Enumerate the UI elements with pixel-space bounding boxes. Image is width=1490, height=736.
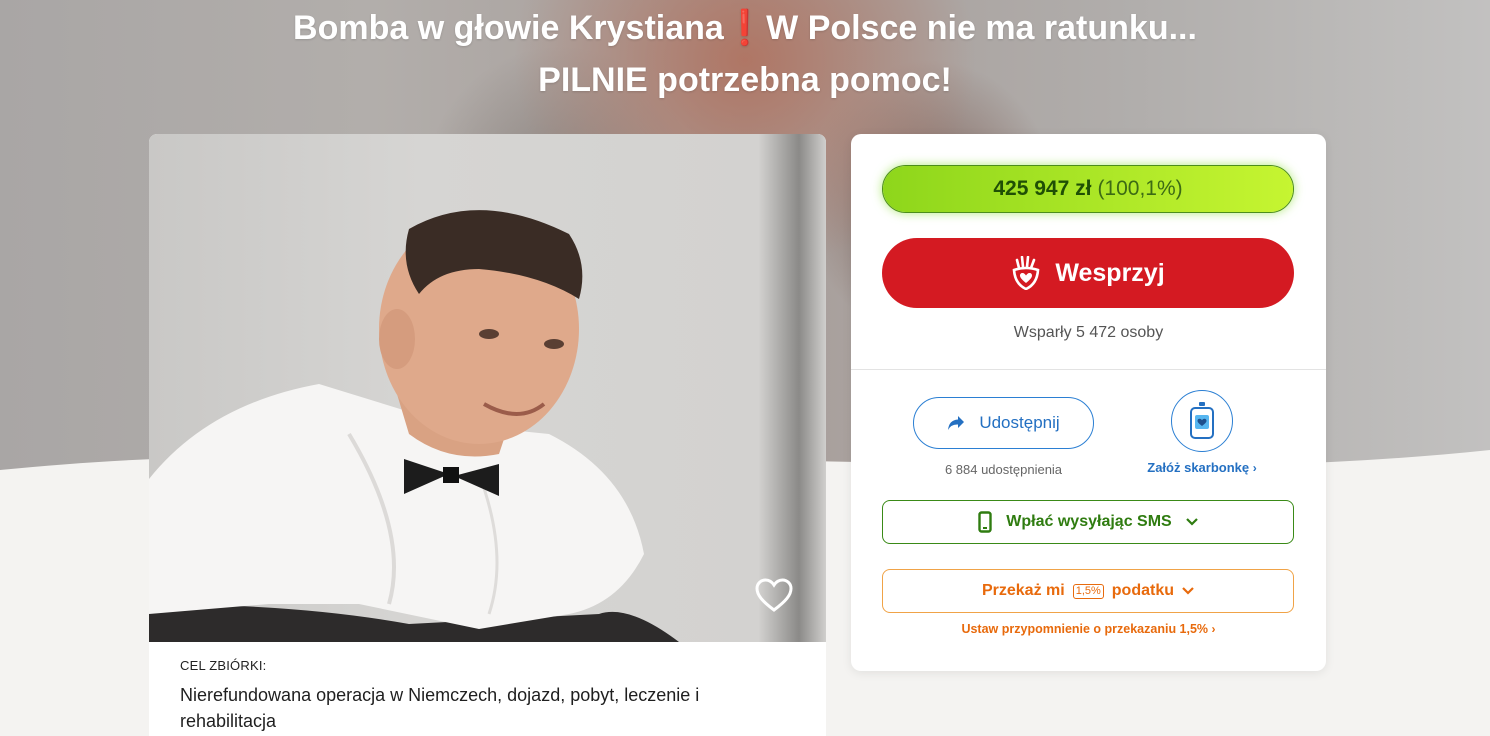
mobile-phone-icon [978,511,992,533]
share-button[interactable]: Udostępnij [913,397,1094,449]
divider [851,369,1326,370]
favorite-heart-icon[interactable] [754,576,794,616]
supporters-count: Wsparły 5 472 osoby [1013,324,1164,341]
campaign-photo-card: CEL ZBIÓRKI: Nierefundowana operacja w N… [149,134,826,736]
chevron-down-icon [1185,518,1198,526]
share-button-label: Udostępnij [979,413,1060,432]
person-illustration [149,210,679,642]
raised-percent: (100,1%) [1097,177,1183,200]
support-button[interactable]: Wesprzyj [882,238,1294,308]
create-piggy-bank-label: Załóż skarbonkę [1147,460,1250,475]
create-piggy-bank-link[interactable]: Załóż skarbonkę › [1132,460,1272,475]
exclamation-icon: ❗ [723,9,767,47]
campaign-photo [149,134,826,642]
progress-label: 425 947 zł (100,1%) [883,166,1293,212]
donation-panel: 425 947 zł (100,1%) Wesprzyj Wsparły 5 4… [851,134,1326,671]
goal-label: CEL ZBIÓRKI: [180,658,267,673]
tax-percent-badge: 1,5% [1072,583,1104,599]
title-part-1: Bomba w głowie Krystiana [293,9,724,47]
chevron-down-icon [1182,587,1194,595]
support-button-label: Wesprzyj [1055,258,1165,287]
piggy-bank-button[interactable] [1171,390,1233,452]
chevron-right-icon: › [1252,461,1257,475]
tax-reminder-label: Ustaw przypomnienie o przekazaniu 1,5% [961,622,1209,636]
raised-amount: 425 947 zł [993,177,1092,200]
campaign-title: Bomba w głowie Krystiana❗W Polsce nie ma… [270,2,1220,106]
goal-description: Nierefundowana operacja w Niemczech, doj… [180,685,700,731]
chevron-right-icon: › [1211,622,1216,636]
sms-donation-label: Wpłać wysyłając SMS [1006,513,1172,530]
helping-hand-heart-icon [1012,256,1040,290]
funding-progress-bar: 425 947 zł (100,1%) [882,165,1294,213]
tax-reminder-link[interactable]: Ustaw przypomnienie o przekazaniu 1,5% › [851,622,1326,636]
sms-donation-button[interactable]: Wpłać wysyłając SMS [882,500,1294,544]
tax-donation-button[interactable]: Przekaż mi 1,5% podatku [882,569,1294,613]
share-arrow-icon [948,416,965,430]
tax-label-after: podatku [1111,582,1174,599]
piggy-bank-jar-icon [1190,402,1214,439]
share-count: 6 884 udostępnienia [944,462,1063,477]
tax-label-before: Przekaż mi [981,582,1065,599]
